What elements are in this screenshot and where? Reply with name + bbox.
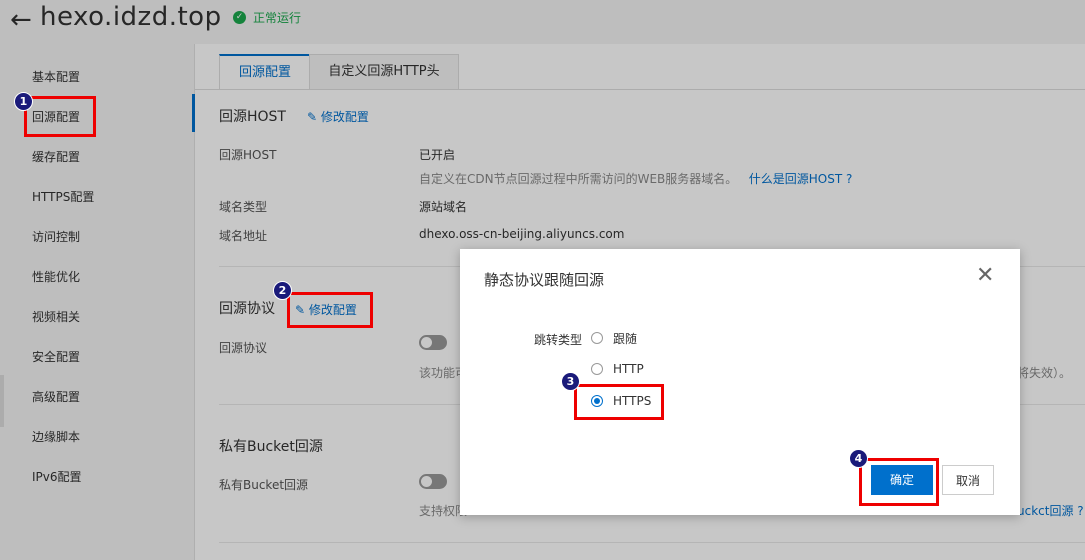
redirect-type-label: 跳转类型 [534,333,583,347]
highlight-box-confirm [859,458,939,506]
radio-option-follow[interactable]: 跟随 [591,330,637,346]
dialog-title: 静态协议跟随回源 [484,271,605,289]
radio-http[interactable] [591,363,603,375]
step-marker-2: 2 [273,281,292,300]
highlight-box-sidebar-origin [24,96,96,137]
radio-option-http[interactable]: HTTP [591,361,644,377]
radio-follow-label: 跟随 [613,331,638,346]
step-marker-4: 4 [849,449,868,468]
radio-follow[interactable] [591,332,603,344]
radio-http-label: HTTP [613,362,644,376]
step-marker-3: 3 [561,372,580,391]
highlight-box-https-option [574,384,664,420]
step-marker-1: 1 [14,92,33,111]
close-icon[interactable]: ✕ [976,265,994,287]
cancel-button[interactable]: 取消 [942,465,994,495]
highlight-box-edit-protocol [287,292,373,328]
